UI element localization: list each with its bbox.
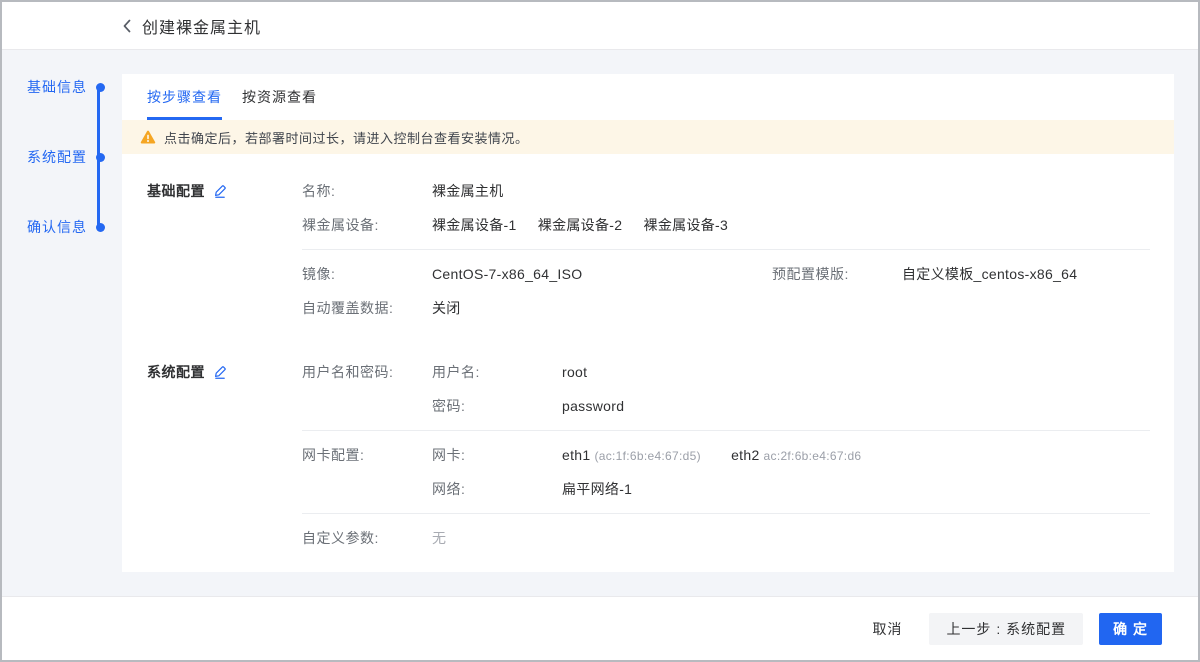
page-header: 创建裸金属主机	[2, 2, 1198, 50]
custom-params-label: 自定义参数:	[302, 528, 432, 548]
template-label: 预配置模版:	[772, 264, 902, 284]
credentials-label: 用户名和密码:	[302, 362, 432, 382]
cancel-button[interactable]: 取消	[872, 619, 902, 639]
warning-text: 点击确定后，若部署时间过长，请进入控制台查看安装情况。	[164, 128, 529, 147]
section-body: 用户名和密码: 用户名: root 密码: password	[302, 355, 1150, 555]
device-item: 裸金属设备-2	[538, 217, 623, 233]
view-tabs: 按步骤查看 按资源查看	[122, 74, 1174, 120]
field-group: 自定义参数: 无	[302, 513, 1150, 555]
step-dot-icon	[96, 223, 105, 232]
step-system-config[interactable]: 系统配置	[2, 147, 122, 167]
wizard-steps-nav: 基础信息 系统配置 确认信息	[2, 50, 122, 596]
section-title: 基础配置	[147, 181, 205, 201]
section-body: 名称: 裸金属主机 裸金属设备: 裸金属设备-1 裸金属设备-2 裸金属设备-3	[302, 174, 1150, 325]
field-row-network: 网络: 扁平网络-1	[302, 472, 1150, 506]
overwrite-label: 自动覆盖数据:	[302, 298, 432, 318]
field-row-name: 名称: 裸金属主机	[302, 174, 1150, 208]
step-confirm-info[interactable]: 确认信息	[2, 217, 122, 237]
edit-pencil-icon	[213, 365, 227, 379]
section-basic-config: 基础配置 名称: 裸金属主机	[147, 174, 1150, 325]
edit-basic-config-button[interactable]	[213, 184, 227, 198]
field-group: 名称: 裸金属主机 裸金属设备: 裸金属设备-1 裸金属设备-2 裸金属设备-3	[302, 174, 1150, 242]
overwrite-value: 关闭	[432, 298, 461, 318]
warning-banner: 点击确定后，若部署时间过长，请进入控制台查看安装情况。	[122, 120, 1174, 154]
field-row-image: 镜像: CentOS-7-x86_64_ISO 预配置模版: 自定义模板_cen…	[302, 257, 1150, 291]
field-row-devices: 裸金属设备: 裸金属设备-1 裸金属设备-2 裸金属设备-3	[302, 208, 1150, 242]
device-item: 裸金属设备-3	[644, 217, 729, 233]
nic-group-label: 网卡配置:	[302, 445, 432, 465]
step-label: 基础信息	[27, 77, 87, 97]
confirm-panel: 按步骤查看 按资源查看 点击确定后，若部署时间过长，请进入控制台查看安装情况。 …	[122, 74, 1174, 572]
field-group: 网卡配置: 网卡: eth1 (ac:1f:6b:e4:67:d5) eth2 ac…	[302, 430, 1150, 506]
password-value: password	[562, 398, 624, 414]
username-label: 用户名:	[432, 362, 562, 382]
nic-item: eth2 ac:2f:6b:e4:67:d6	[731, 447, 861, 463]
field-row-nics: 网卡配置: 网卡: eth1 (ac:1f:6b:e4:67:d5) eth2 ac…	[302, 438, 1150, 472]
confirm-button[interactable]: 确 定	[1099, 613, 1162, 645]
section-system-config: 系统配置 用户名和密码: 用户名:	[147, 355, 1150, 555]
prev-step-button[interactable]: 上一步 : 系统配置	[929, 613, 1083, 645]
nic-name: eth2	[731, 447, 759, 463]
back-chevron-icon	[122, 18, 132, 34]
network-value: 扁平网络-1	[562, 479, 632, 499]
nic-values: eth1 (ac:1f:6b:e4:67:d5) eth2 ac:2f:6b:e4:…	[562, 447, 887, 463]
password-label: 密码:	[432, 396, 562, 416]
warning-triangle-icon	[140, 130, 156, 144]
devices-value: 裸金属设备-1 裸金属设备-2 裸金属设备-3	[432, 215, 745, 235]
page-title: 创建裸金属主机	[142, 14, 261, 38]
footer-action-bar: 取消 上一步 : 系统配置 确 定	[2, 596, 1198, 660]
image-label: 镜像:	[302, 264, 432, 284]
step-dot-icon	[96, 83, 105, 92]
network-label: 网络:	[432, 479, 562, 499]
create-bare-metal-host-page: 创建裸金属主机 基础信息 系统配置 确认信息 按步骤查看 按资源查看	[0, 0, 1200, 662]
template-value: 自定义模板_centos-x86_64	[902, 264, 1077, 284]
field-row-custom-params: 自定义参数: 无	[302, 521, 1150, 555]
device-item: 裸金属设备-1	[432, 217, 517, 233]
field-group: 用户名和密码: 用户名: root 密码: password	[302, 355, 1150, 423]
step-dot-icon	[96, 153, 105, 162]
tab-view-by-step[interactable]: 按步骤查看	[147, 74, 222, 120]
edit-system-config-button[interactable]	[213, 365, 227, 379]
section-header: 基础配置	[147, 174, 302, 208]
nic-mac: ac:2f:6b:e4:67:d6	[764, 449, 862, 463]
back-button[interactable]: 创建裸金属主机	[122, 14, 261, 38]
custom-params-value: 无	[432, 528, 446, 548]
nic-mac: (ac:1f:6b:e4:67:d5)	[594, 449, 700, 463]
section-title: 系统配置	[147, 362, 205, 382]
step-label: 确认信息	[27, 217, 87, 237]
image-value: CentOS-7-x86_64_ISO	[432, 266, 772, 282]
nic-item: eth1 (ac:1f:6b:e4:67:d5)	[562, 447, 701, 463]
page-body: 基础信息 系统配置 确认信息 按步骤查看 按资源查看	[2, 50, 1198, 596]
nic-label: 网卡:	[432, 445, 562, 465]
name-value: 裸金属主机	[432, 181, 504, 201]
tab-view-by-resource[interactable]: 按资源查看	[242, 74, 317, 120]
name-label: 名称:	[302, 181, 432, 201]
field-row-username: 用户名和密码: 用户名: root	[302, 355, 1150, 389]
summary-content: 基础配置 名称: 裸金属主机	[122, 154, 1174, 555]
field-row-password: 密码: password	[302, 389, 1150, 423]
devices-label: 裸金属设备:	[302, 215, 432, 235]
username-value: root	[562, 364, 587, 380]
step-label: 系统配置	[27, 147, 87, 167]
section-header: 系统配置	[147, 355, 302, 389]
step-basic-info[interactable]: 基础信息	[2, 77, 122, 97]
field-group: 镜像: CentOS-7-x86_64_ISO 预配置模版: 自定义模板_cen…	[302, 249, 1150, 325]
nic-name: eth1	[562, 447, 590, 463]
field-row-overwrite: 自动覆盖数据: 关闭	[302, 291, 1150, 325]
edit-pencil-icon	[213, 184, 227, 198]
